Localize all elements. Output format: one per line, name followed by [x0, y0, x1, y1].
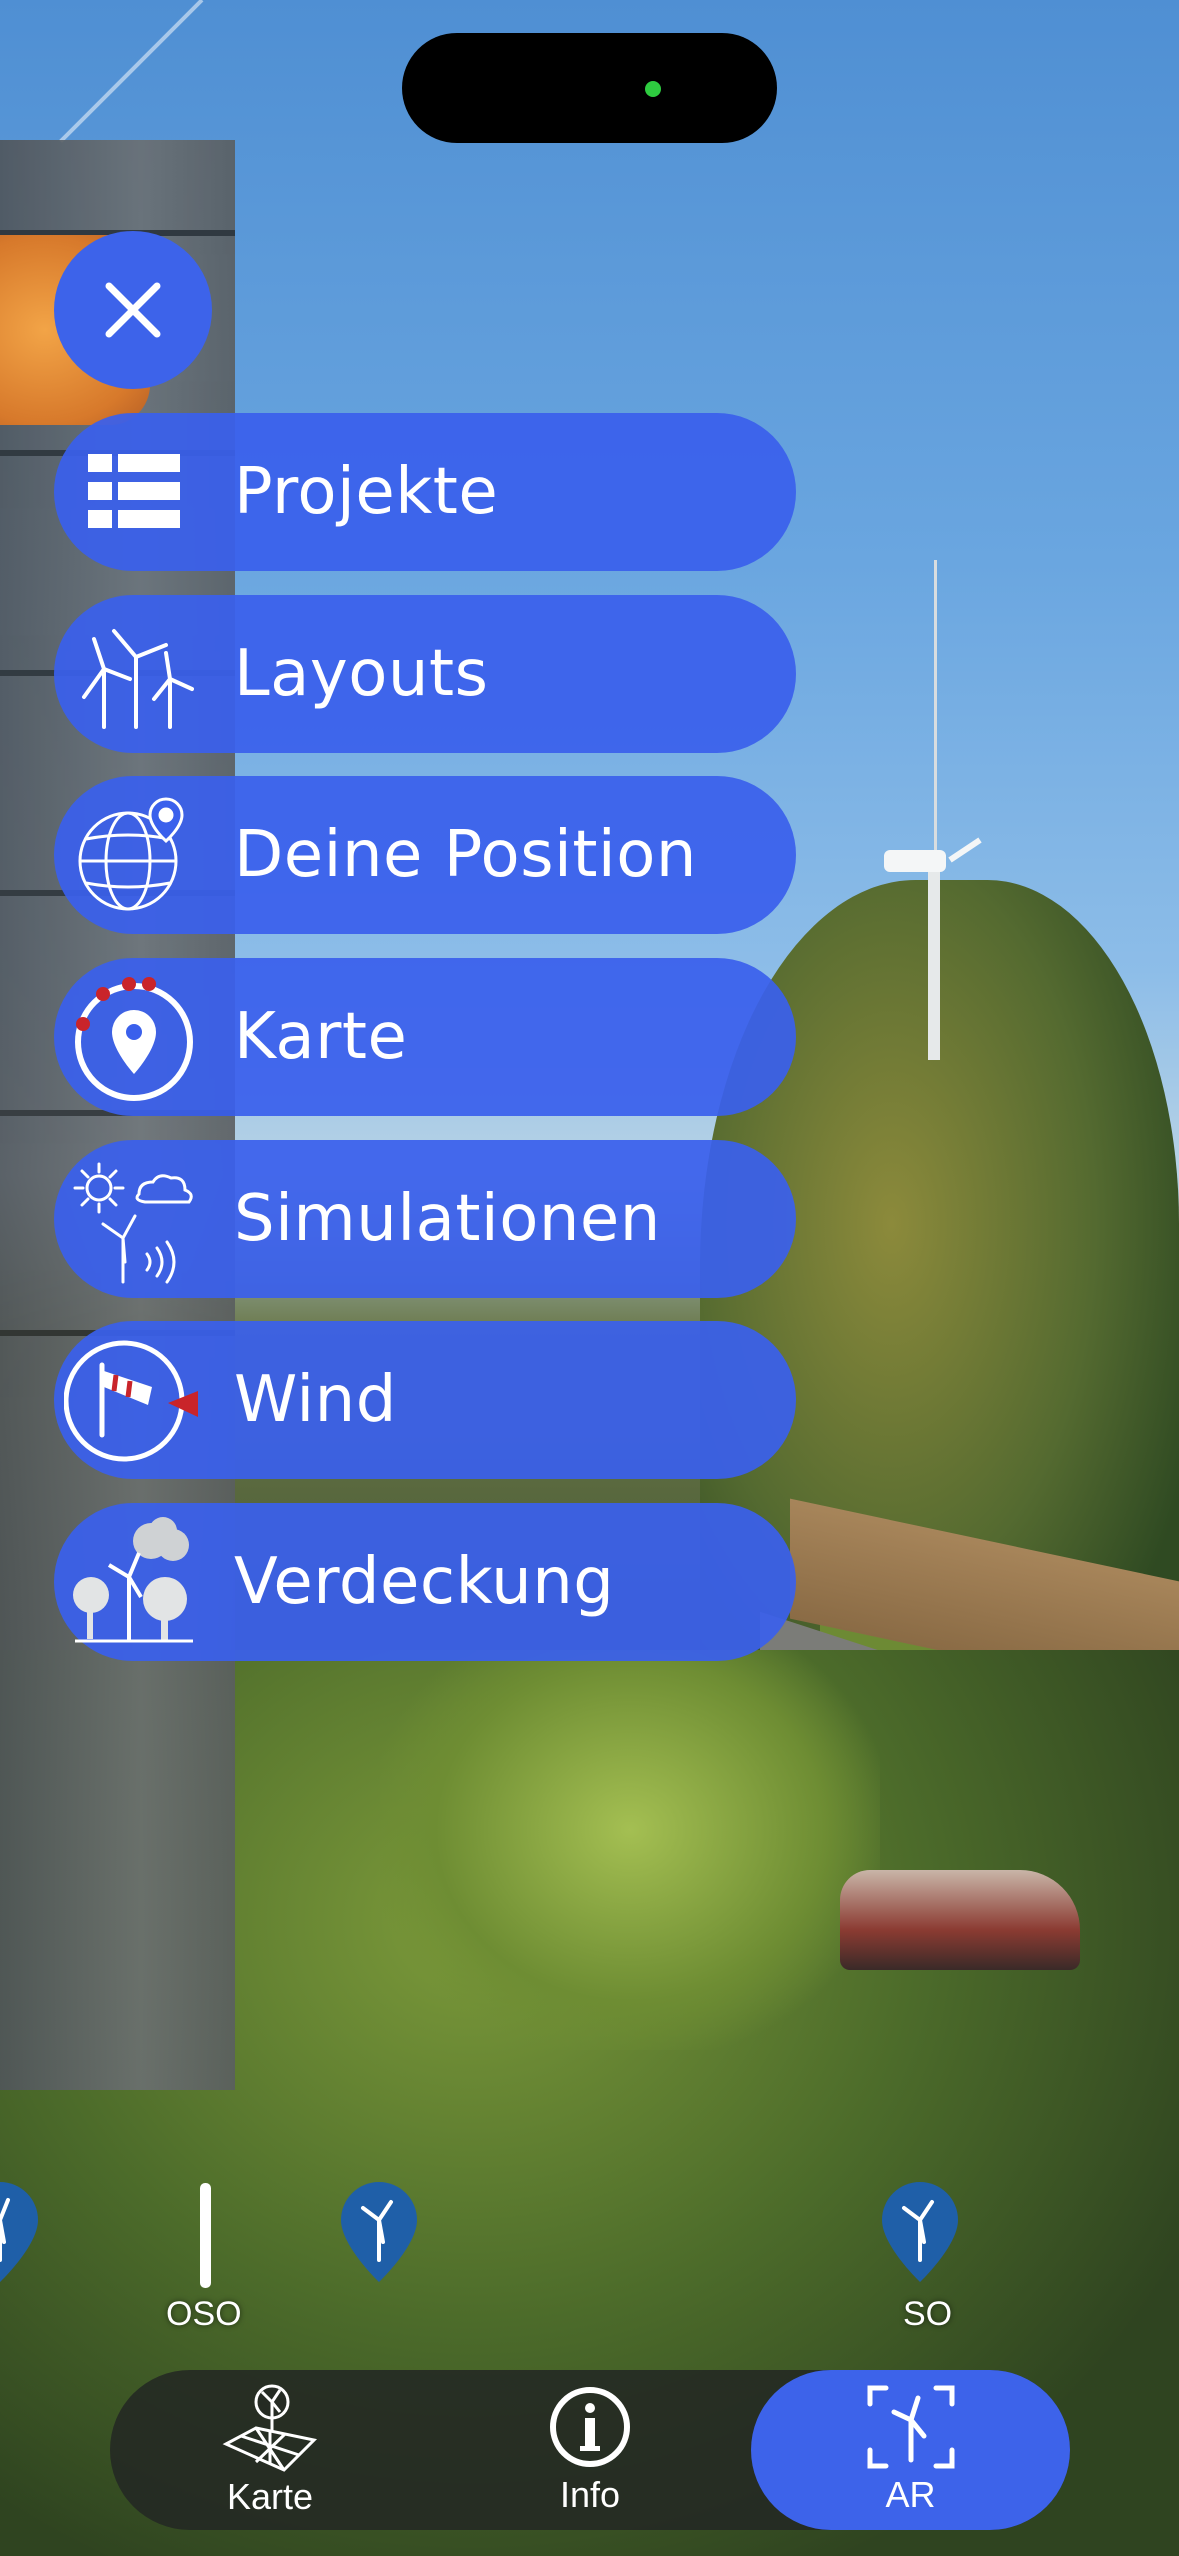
menu-label-projekte: Projekte — [234, 455, 499, 529]
tab-ar[interactable]: AR — [751, 2370, 1070, 2530]
menu-item-verdeckung[interactable]: Verdeckung — [54, 1503, 796, 1661]
ar-scan-turbine-icon — [867, 2385, 954, 2469]
turbine-pin-icon[interactable] — [880, 2180, 960, 2284]
menu-label-simulationen: Simulationen — [234, 1182, 661, 1256]
menu-label-deine-position: Deine Position — [234, 818, 697, 892]
menu-item-wind[interactable]: Wind — [54, 1321, 796, 1479]
info-icon — [550, 2387, 630, 2467]
compass-label-so: SO — [903, 2295, 953, 2333]
close-icon — [105, 282, 161, 338]
tree-occlusion-icon — [64, 1512, 204, 1652]
map-turbine-icon — [222, 2384, 318, 2472]
menu-item-projekte[interactable]: Projekte — [54, 413, 796, 571]
compass-label-oso: OSO — [166, 2295, 242, 2333]
menu-label-karte: Karte — [234, 1000, 408, 1074]
tab-info[interactable]: Info — [500, 2370, 680, 2530]
sun-cloud-turbine-icon — [64, 1149, 204, 1289]
ar-camera-view: Projekte Layouts Deine Position Karte Si… — [0, 0, 1179, 2556]
wind-turbine-image — [884, 560, 982, 1060]
menu-label-wind: Wind — [234, 1363, 397, 1437]
menu-label-verdeckung: Verdeckung — [234, 1545, 615, 1619]
compass-tick — [200, 2183, 211, 2288]
menu-label-layouts: Layouts — [234, 637, 489, 711]
dynamic-island — [402, 33, 777, 143]
tab-label-info: Info — [559, 2474, 621, 2515]
tab-karte[interactable]: Karte — [180, 2370, 360, 2530]
menu-item-karte[interactable]: Karte — [54, 958, 796, 1116]
camera-indicator-dot — [645, 81, 661, 97]
menu-item-deine-position[interactable]: Deine Position — [54, 776, 796, 934]
menu-item-layouts[interactable]: Layouts — [54, 595, 796, 753]
tab-label-ar: AR — [885, 2474, 936, 2515]
list-icon — [64, 422, 204, 562]
sky-contrail — [59, 0, 204, 143]
foreground-bush-highlight — [380, 1650, 880, 2050]
turbine-pin-icon[interactable] — [0, 2180, 40, 2284]
close-menu-button[interactable] — [54, 231, 212, 389]
turbine-pin-icon[interactable] — [339, 2180, 419, 2284]
globe-location-icon — [64, 785, 204, 925]
parked-car — [840, 1870, 1080, 1970]
tab-label-karte: Karte — [226, 2476, 314, 2517]
menu-item-simulationen[interactable]: Simulationen — [54, 1140, 796, 1298]
windsock-icon — [64, 1330, 204, 1470]
map-pin-compass-icon — [64, 967, 204, 1107]
wind-turbines-icon — [64, 604, 204, 744]
